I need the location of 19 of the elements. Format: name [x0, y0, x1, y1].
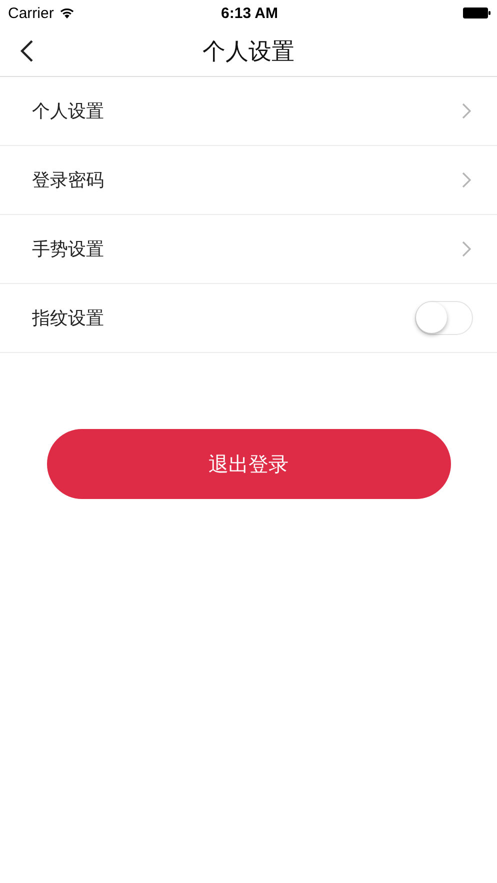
logout-button[interactable]: 退出登录: [46, 429, 450, 499]
row-label: 手势设置: [32, 238, 104, 261]
carrier-name: Carrier: [8, 4, 54, 22]
chevron-icon: [462, 172, 471, 188]
settings-row[interactable]: 指纹设置: [0, 284, 497, 353]
row-label: 指纹设置: [32, 307, 104, 330]
chevron-icon: [462, 241, 471, 257]
status-time: 6:13 AM: [221, 4, 278, 22]
row-label: 个人设置: [32, 100, 104, 123]
settings-row[interactable]: 手势设置: [0, 215, 497, 284]
row-label: 登录密码: [32, 169, 104, 192]
settings-row[interactable]: 个人设置: [0, 77, 497, 146]
page-title: 个人设置: [202, 38, 294, 66]
back-button[interactable]: [20, 39, 34, 63]
chevron-icon: [462, 103, 471, 119]
wifi-icon: [58, 7, 75, 19]
settings-row[interactable]: 登录密码: [0, 146, 497, 215]
battery-icon: [463, 7, 491, 19]
toggle-switch[interactable]: [415, 301, 473, 335]
